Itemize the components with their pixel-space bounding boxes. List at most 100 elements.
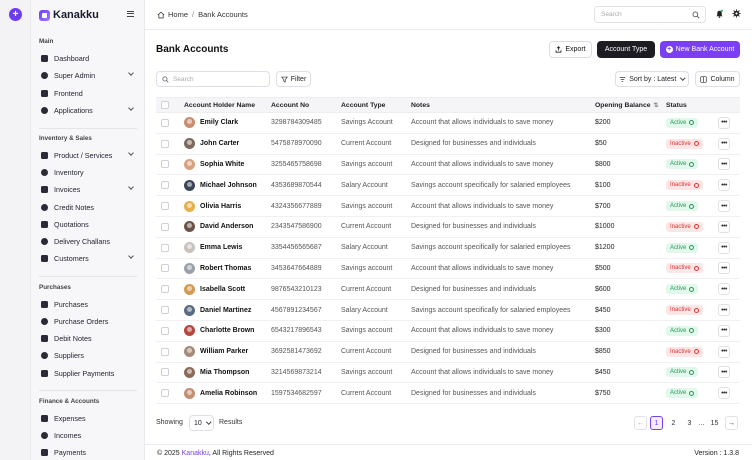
page-button-3[interactable]: 3 [683, 416, 696, 430]
sidebar-item-delivery-challans[interactable]: Delivery Challans [41, 234, 135, 248]
account-type-button[interactable]: Account Type [597, 41, 655, 58]
footer-brand-link[interactable]: Kanakku [182, 450, 209, 457]
row-checkbox[interactable] [161, 264, 169, 273]
account-holder-name[interactable]: John Carter [200, 140, 239, 147]
account-holder-name[interactable]: Michael Johnson [200, 182, 257, 189]
more-options-icon[interactable]: ••• [718, 283, 730, 296]
more-options-icon[interactable]: ••• [718, 345, 730, 358]
column-header-account-type[interactable]: Account Type [341, 98, 385, 112]
per-page-select[interactable]: 10 [189, 415, 214, 431]
sidebar-item-applications[interactable]: Applications [41, 103, 135, 117]
sidebar-item-incomes[interactable]: Incomes [41, 428, 135, 442]
row-checkbox[interactable] [161, 306, 169, 315]
more-options-icon[interactable]: ••• [718, 262, 730, 275]
account-holder-name[interactable]: Amelia Robinson [200, 390, 257, 397]
breadcrumb-home[interactable]: Home [168, 10, 188, 19]
top-search-input[interactable]: Search [594, 6, 706, 23]
bell-icon[interactable] [715, 9, 724, 18]
sidebar-item-supplier-payments[interactable]: Supplier Payments [41, 366, 135, 380]
more-options-icon[interactable]: ••• [718, 179, 730, 192]
sidebar-item-dashboard[interactable]: Dashboard [41, 51, 135, 65]
prev-page-arrow-icon[interactable]: ← [634, 416, 647, 430]
sidebar-item-debit-notes[interactable]: Debit Notes [41, 331, 135, 345]
column-header-opening-balance[interactable]: Opening Balance ⇅ [595, 98, 659, 112]
row-checkbox[interactable] [161, 139, 169, 148]
account-holder-name[interactable]: Emily Clark [200, 119, 238, 126]
column-header-account-no[interactable]: Account No [271, 98, 309, 112]
row-checkbox[interactable] [161, 347, 169, 356]
row-checkbox[interactable] [161, 368, 169, 377]
sidebar-item-purchase-orders[interactable]: Purchase Orders [41, 314, 135, 328]
table-row[interactable]: John Carter 5475878970090 Current Account D… [156, 134, 740, 155]
sidebar-item-frontend[interactable]: Frontend [41, 86, 135, 100]
row-checkbox[interactable] [161, 222, 169, 231]
account-holder-name[interactable]: David Anderson [200, 223, 253, 230]
table-row[interactable]: Daniel Martinez 4567891234567 Salary Accou… [156, 300, 740, 321]
row-checkbox[interactable] [161, 202, 169, 211]
more-options-icon[interactable]: ••• [718, 137, 730, 150]
add-icon[interactable]: + [9, 8, 22, 21]
filter-button[interactable]: Filter [276, 71, 311, 87]
more-options-icon[interactable]: ••• [718, 304, 730, 317]
table-row[interactable]: Robert Thomas 3453647664889 Savings accoun… [156, 259, 740, 280]
more-options-icon[interactable]: ••• [718, 324, 730, 337]
more-options-icon[interactable]: ••• [718, 116, 730, 129]
more-options-icon[interactable]: ••• [718, 387, 730, 400]
table-row[interactable]: Michael Johnson 4353689870544 Salary Accou… [156, 175, 740, 197]
sidebar-item-invoices[interactable]: Invoices [41, 182, 135, 196]
account-holder-name[interactable]: Charlotte Brown [200, 327, 254, 334]
sidebar-item-quotations[interactable]: Quotations [41, 217, 135, 231]
sort-dropdown[interactable]: Sort by : Latest [615, 71, 689, 87]
more-options-icon[interactable]: ••• [718, 200, 730, 213]
row-checkbox[interactable] [161, 326, 169, 335]
account-holder-name[interactable]: Sophia White [200, 161, 244, 168]
sidebar-item-payments[interactable]: Payments [41, 445, 135, 459]
column-button[interactable]: Column [695, 71, 740, 87]
table-row[interactable]: David Anderson 2343547586900 Current Accou… [156, 217, 740, 238]
sidebar-item-super-admin[interactable]: Super Admin [41, 68, 135, 82]
account-holder-name[interactable]: Isabella Scott [200, 286, 245, 293]
more-options-icon[interactable]: ••• [718, 366, 730, 379]
sidebar-item-credit-notes[interactable]: Credit Notes [41, 200, 135, 214]
home-icon[interactable] [157, 11, 165, 19]
page-button-15[interactable]: 15 [708, 416, 721, 430]
row-checkbox[interactable] [161, 243, 169, 252]
column-header-name[interactable]: Account Holder Name [184, 98, 255, 112]
menu-toggle-icon[interactable] [127, 11, 134, 17]
column-header-notes[interactable]: Notes [411, 98, 430, 112]
table-row[interactable]: Charlotte Brown 6543217896543 Savings acco… [156, 321, 740, 342]
export-button[interactable]: Export [549, 41, 592, 58]
account-holder-name[interactable]: Emma Lewis [200, 244, 242, 251]
table-row[interactable]: Sophia White 3255465758698 Savings account… [156, 155, 740, 176]
next-page-arrow-icon[interactable]: → [725, 416, 738, 430]
brand[interactable]: Kanakku [39, 8, 99, 22]
page-button-2[interactable]: 2 [667, 416, 680, 430]
table-search-input[interactable]: Search [156, 71, 270, 87]
sidebar-item-product-services[interactable]: Product / Services [41, 148, 135, 162]
account-holder-name[interactable]: Robert Thomas [200, 265, 251, 272]
sidebar-item-inventory[interactable]: Inventory [41, 165, 135, 179]
table-row[interactable]: Amelia Robinson 1597534682597 Current Acco… [156, 383, 740, 405]
more-options-icon[interactable]: ••• [718, 220, 730, 233]
sidebar-item-purchases[interactable]: Purchases [41, 297, 135, 311]
table-row[interactable]: Olivia Harris 4324356677889 Savings accoun… [156, 196, 740, 217]
page-button-1[interactable]: 1 [650, 416, 663, 430]
row-checkbox[interactable] [161, 285, 169, 294]
new-bank-account-button[interactable]: + New Bank Account [660, 41, 740, 58]
table-row[interactable]: Isabella Scott 9876543210123 Current Accou… [156, 279, 740, 301]
table-row[interactable]: William Parker 3692581473692 Current Accou… [156, 342, 740, 363]
more-options-icon[interactable]: ••• [718, 158, 730, 171]
account-holder-name[interactable]: Daniel Martinez [200, 307, 251, 314]
account-holder-name[interactable]: William Parker [200, 348, 248, 355]
account-holder-name[interactable]: Mia Thompson [200, 369, 249, 376]
table-row[interactable]: Emily Clark 3298784309485 Savings Account A… [156, 113, 740, 134]
sidebar-item-suppliers[interactable]: Suppliers [41, 348, 135, 362]
sidebar-item-customers[interactable]: Customers [41, 251, 135, 265]
select-all-checkbox[interactable] [161, 101, 169, 109]
account-holder-name[interactable]: Olivia Harris [200, 203, 241, 210]
column-header-status[interactable]: Status [666, 98, 687, 112]
table-row[interactable]: Mia Thompson 3214569873214 Savings account… [156, 363, 740, 384]
table-row[interactable]: Emma Lewis 3354456565687 Salary Account Sav… [156, 238, 740, 259]
settings-gear-icon[interactable] [732, 9, 741, 18]
row-checkbox[interactable] [161, 181, 169, 190]
